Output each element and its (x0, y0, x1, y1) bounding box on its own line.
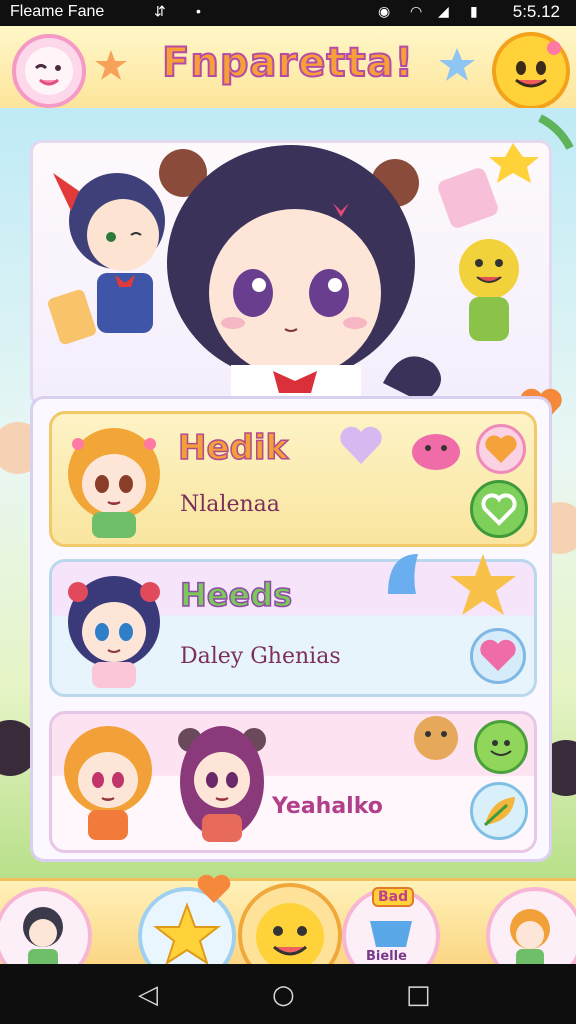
item-subtitle: Nlalenaa (180, 492, 280, 517)
app-header: Fnparetta! (0, 26, 576, 111)
item-title: Hedik (177, 427, 289, 469)
cell-signal-icon: ◢ (438, 3, 449, 19)
list-item[interactable]: Heeds Daley Ghenias (49, 554, 537, 697)
list-item[interactable]: Yeahalko (49, 711, 537, 853)
character-avatar (68, 428, 160, 538)
character-list-panel: Hedik Nlalenaa Heeds Daley Ghenias Yeaha… (30, 396, 552, 862)
heart-icon (340, 426, 382, 464)
character-avatar (178, 726, 266, 842)
nav-badge-label: Bielle (366, 949, 407, 964)
signal-arrow-icon: ⇵ (154, 3, 166, 19)
featured-character-card[interactable] (30, 140, 552, 406)
status-bar: Fleame Fane ⇵ • ◉ ◠ ◢ ▮ 5:5.12 (0, 0, 576, 26)
back-icon[interactable]: ◁ (138, 980, 158, 1010)
heart-button[interactable] (476, 424, 526, 474)
character-avatar (64, 726, 152, 840)
heart-button[interactable] (470, 628, 526, 684)
app-title: Fnparetta! (161, 39, 414, 87)
emoji-button[interactable] (470, 480, 528, 538)
nav-badge: Bad (372, 887, 415, 907)
item-subtitle: Yeahalko (272, 794, 383, 819)
item-subtitle: Daley Ghenias (180, 644, 341, 669)
emoji-button[interactable] (474, 720, 528, 774)
star-icon (439, 48, 475, 81)
bear-icon (414, 716, 458, 760)
system-navigation-bar: ◁ ○ □ (0, 964, 576, 1024)
vibrate-icon: ◉ (378, 3, 391, 19)
recents-icon[interactable]: □ (406, 980, 431, 1010)
featured-characters-illustration (48, 143, 539, 403)
heart-icon (197, 874, 231, 903)
wifi-icon: ◠ (410, 3, 423, 19)
bird-icon (388, 554, 418, 594)
item-title: Heeds (179, 575, 293, 615)
bottom-navigation: Bad Bielle (0, 874, 576, 987)
battery-icon: ▮ (470, 3, 478, 19)
clock: 5:5.12 (512, 2, 560, 21)
carrier-label: Fleame Fane (10, 3, 105, 20)
leaf-button[interactable] (470, 782, 528, 840)
smile-face-icon[interactable] (492, 32, 570, 110)
star-icon (450, 554, 516, 615)
dot-icon: • (196, 3, 201, 19)
pink-creature-icon (412, 434, 460, 470)
home-icon[interactable]: ○ (272, 980, 295, 1010)
list-item[interactable]: Hedik Nlalenaa (49, 411, 537, 547)
character-avatar (68, 576, 160, 688)
